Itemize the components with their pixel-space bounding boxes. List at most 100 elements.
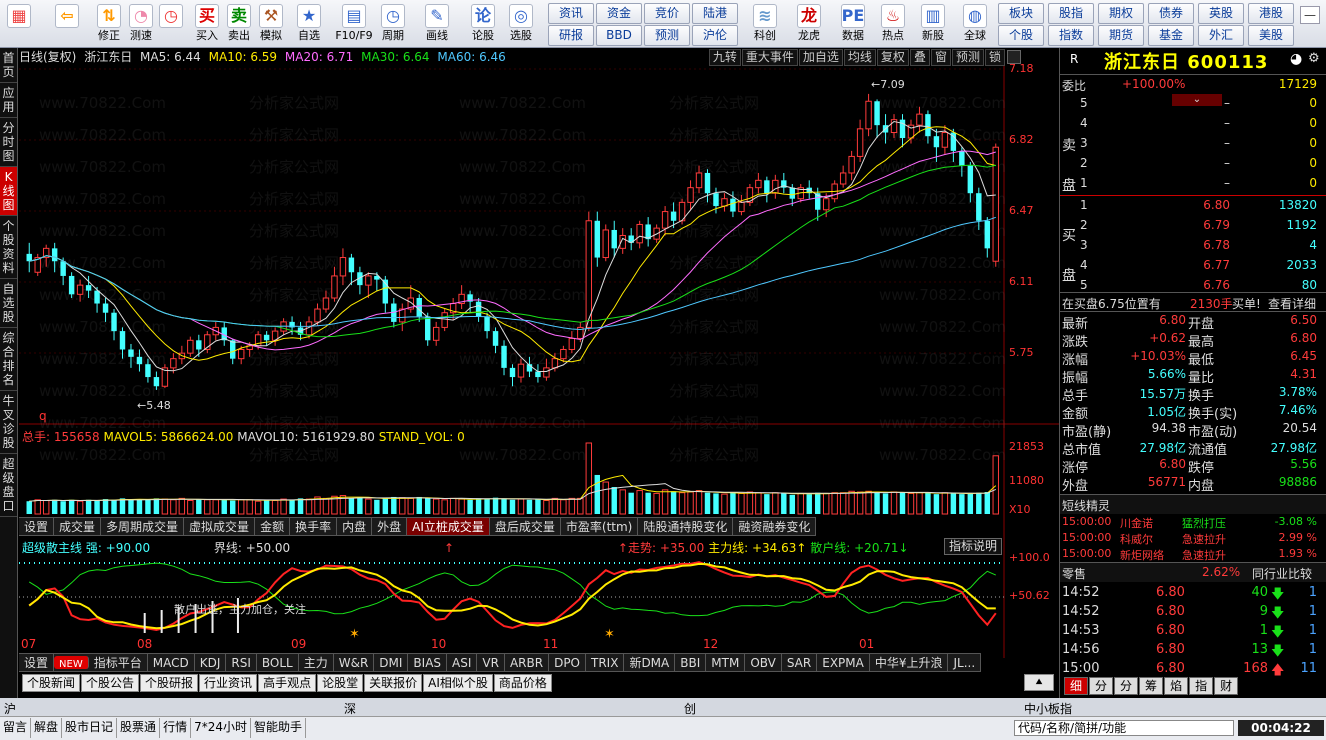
tab[interactable]: 个股研报 [140, 674, 199, 692]
order-row[interactable]: 3 6.78 4 [1060, 236, 1326, 256]
quick-button[interactable]: 资讯 [548, 3, 594, 24]
order-row[interactable]: 3–0 [1060, 134, 1326, 154]
tab[interactable]: 行业资讯 [199, 674, 258, 692]
tab[interactable]: 盘后成交量 [490, 518, 561, 535]
tab[interactable]: 市盈率(ttm) [561, 518, 639, 535]
quote-tab[interactable]: 焰 [1164, 677, 1189, 695]
bottom-link[interactable]: 7*24小时 [191, 718, 251, 738]
tab[interactable]: AI相似个股 [423, 674, 493, 692]
quick-button[interactable]: 指数 [1048, 25, 1094, 46]
tab[interactable]: 设置 [19, 518, 55, 535]
quick-button[interactable]: 美股 [1248, 25, 1294, 46]
tab[interactable]: MTM [706, 654, 746, 671]
toolbar-cycle-button[interactable]: ◷ 周期 [376, 2, 410, 46]
toolbar-grid-button[interactable]: ▦ [2, 2, 36, 46]
tab[interactable]: NEW [54, 656, 89, 670]
toolbar-globe-button[interactable]: ◍ 全球 [958, 2, 992, 46]
quick-button[interactable]: 资金 [596, 3, 642, 24]
tab[interactable]: SAR [782, 654, 818, 671]
toolbar-buy-button[interactable]: 买买入 [190, 2, 224, 46]
quick-button[interactable]: 研报 [548, 25, 594, 46]
order-row[interactable]: 4 6.77 2033 [1060, 256, 1326, 276]
left-tab[interactable]: 自选股 [0, 279, 17, 328]
quick-button[interactable]: 竞价 [644, 3, 690, 24]
view-detail-link[interactable]: 查看详细 [1268, 295, 1316, 312]
toolbar-data-button[interactable]: PE 数据 [836, 2, 870, 46]
quick-button[interactable]: 英股 [1198, 3, 1244, 24]
collapse-up-icon[interactable]: ⯅ [1024, 674, 1054, 691]
quick-button[interactable]: 外汇 [1198, 25, 1244, 46]
quote-tab[interactable]: 财 [1214, 677, 1239, 695]
tab[interactable]: 陆股通持股变化 [638, 518, 734, 535]
tab[interactable]: 新DMA [624, 654, 676, 671]
toolbar-new-stock-button[interactable]: ▥ 新股 [916, 2, 950, 46]
tab[interactable]: AI立桩成交量 [407, 518, 490, 535]
toolbar-screener-button[interactable]: ◎ 选股 [504, 2, 538, 46]
toolbar-star-button[interactable]: ★ 自选 [292, 2, 326, 46]
industry-compare-link[interactable]: 同行业比较 [1252, 565, 1312, 582]
toolbar-kechuang-button[interactable]: ≋ 科创 [748, 2, 782, 46]
toolbar-pencil-button[interactable]: ✎ 画线 [420, 2, 454, 46]
left-tab[interactable]: 首页 [0, 48, 17, 83]
left-tab[interactable]: 应用 [0, 83, 17, 118]
quote-tab[interactable]: 分 [1114, 677, 1139, 695]
tab[interactable]: BBI [675, 654, 707, 671]
tab[interactable]: 外盘 [372, 518, 408, 535]
tab[interactable]: VR [477, 654, 505, 671]
tab[interactable]: 金额 [255, 518, 291, 535]
quick-button[interactable]: 板块 [998, 3, 1044, 24]
tab[interactable]: EXPMA [817, 654, 870, 671]
tab[interactable]: 商品价格 [493, 674, 552, 692]
toolbar-f10-button[interactable]: ▤ F10/F9 [332, 2, 376, 46]
toolbar-dragon-tiger-button[interactable]: 龙龙虎 [792, 2, 826, 46]
short-elf-item[interactable]: 15:00:00 新炬网络 急速拉升 1.93 % [1060, 546, 1326, 562]
tab[interactable]: 主力 [299, 654, 334, 671]
bottom-link[interactable]: 留言 [0, 718, 32, 738]
tab[interactable]: TRIX [586, 654, 625, 671]
tab[interactable]: W&R [334, 654, 375, 671]
tab[interactable]: BIAS [408, 654, 448, 671]
toolbar-hammer-button[interactable]: ⚒ 模拟 [254, 2, 288, 46]
tab[interactable]: 高手观点 [258, 674, 317, 692]
indicator-explain-button[interactable]: 指标说明 [944, 538, 1003, 555]
quote-tab[interactable]: 指 [1189, 677, 1214, 695]
quick-button[interactable]: 预测 [644, 25, 690, 46]
tab[interactable]: 个股新闻 [22, 674, 81, 692]
left-tab[interactable]: 综合排名 [0, 328, 17, 391]
toolbar-hot-button[interactable]: ♨ 热点 [876, 2, 910, 46]
tab[interactable]: DMI [374, 654, 409, 671]
tab[interactable]: 设置 [19, 654, 55, 671]
quick-button[interactable]: 股指 [1048, 3, 1094, 24]
minimize-icon[interactable]: — [1300, 6, 1320, 24]
toolbar-speed-button[interactable]: ◔ 测速 [124, 2, 158, 46]
toolbar-up-down-arrow-button[interactable]: ⇅ 修正 [92, 2, 126, 46]
quote-tab[interactable]: 细 [1064, 677, 1089, 695]
order-row[interactable]: 4–0 [1060, 114, 1326, 134]
toolbar-sell-button[interactable]: 卖卖出 [222, 2, 256, 46]
quick-button[interactable]: BBD [596, 25, 642, 46]
order-row[interactable]: 2 6.79 1192 [1060, 216, 1326, 236]
tab[interactable]: ARBR [505, 654, 550, 671]
tab[interactable]: 成交量 [54, 518, 102, 535]
tab[interactable]: 个股公告 [81, 674, 140, 692]
quick-button[interactable]: 期货 [1098, 25, 1144, 46]
left-tab[interactable]: K线图 [0, 167, 17, 216]
tab[interactable]: 换手率 [290, 518, 338, 535]
tab[interactable]: 关联报价 [364, 674, 423, 692]
tab[interactable]: BOLL [257, 654, 299, 671]
tab[interactable]: 指标平台 [89, 654, 148, 671]
order-row[interactable]: 2–0 [1060, 154, 1326, 174]
settings-gear-icon[interactable]: ⚙ [1308, 51, 1320, 66]
left-tab[interactable]: 个股资料 [0, 216, 17, 279]
left-tab[interactable]: 超级盘口 [0, 454, 17, 517]
color-palette-icon[interactable]: ◕ [1290, 51, 1302, 67]
tab[interactable]: 虚拟成交量 [184, 518, 256, 535]
quote-tab[interactable]: 筹 [1139, 677, 1164, 695]
tab[interactable]: 中华¥上升浪 [870, 654, 949, 671]
bottom-link[interactable]: 股市日记 [62, 718, 118, 738]
bottom-link[interactable]: 行情 [160, 718, 192, 738]
quick-button[interactable]: 陆港 [692, 3, 738, 24]
quick-button[interactable]: 港股 [1248, 3, 1294, 24]
order-row[interactable]: 1–0 [1060, 174, 1326, 194]
tab[interactable]: DPO [549, 654, 586, 671]
